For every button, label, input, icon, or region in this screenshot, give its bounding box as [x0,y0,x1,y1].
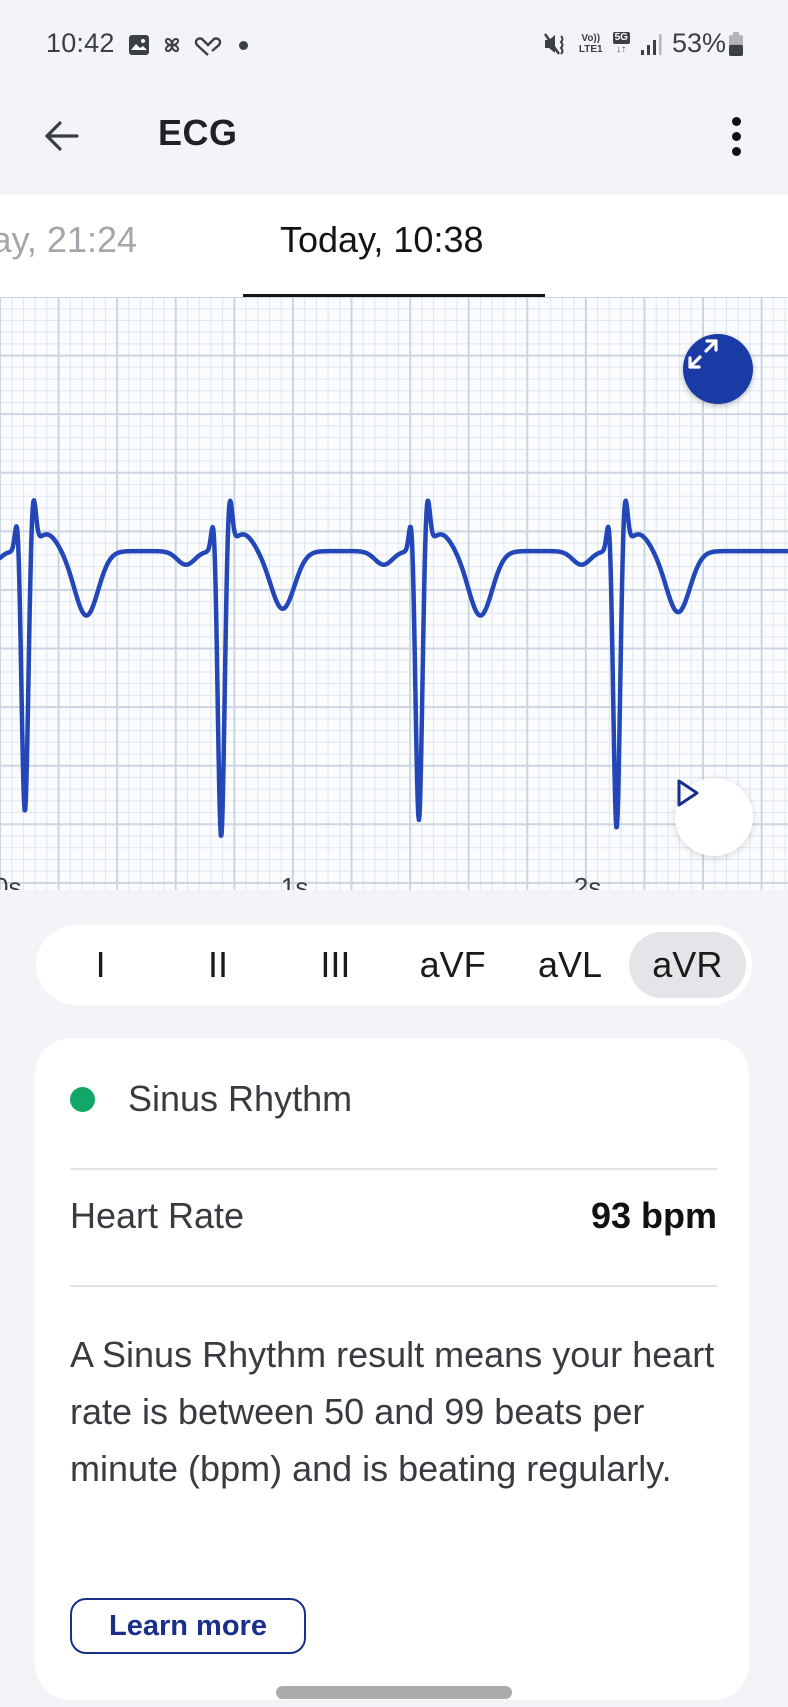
back-button[interactable] [38,112,86,160]
data-arrows: ↓↑ [616,44,627,55]
home-indicator[interactable] [276,1686,512,1699]
lead-option-II[interactable]: II [159,932,276,998]
lead-option-aVF[interactable]: aVF [394,932,511,998]
lead-option-I[interactable]: I [42,932,159,998]
notification-dot-icon [239,41,248,50]
status-right-group: Vo)) LTE1 5G ↓↑ 53% [543,28,744,59]
learn-more-button[interactable]: Learn more [70,1598,306,1654]
play-ecg-button[interactable] [675,778,753,856]
more-vert-icon-dot [731,146,741,156]
battery-icon [729,31,743,56]
signal-bars-icon [640,33,662,55]
expand-chart-button[interactable] [683,334,753,404]
tab-previous-recording[interactable]: Yesterday, 21:24 [0,219,137,261]
lead-option-aVR[interactable]: aVR [628,932,746,998]
expand-diagonal-icon [688,339,718,369]
more-options-button[interactable] [712,108,760,164]
volte-text: Vo)) [581,32,601,44]
status-dot-icon [70,1086,95,1112]
app-bar: ECG [0,90,788,195]
lead-option-III[interactable]: III [277,932,394,998]
5g-data-icon: 5G ↓↑ [612,32,630,55]
x-tick-label: 0s [0,872,21,890]
rhythm-classification: Sinus Rhythm [128,1078,353,1119]
volte-lte1-icon: Vo)) LTE1 [579,33,603,55]
rhythm-row: Sinus Rhythm [70,1078,352,1120]
divider [70,1285,717,1287]
mute-vibrate-icon [543,32,564,55]
ecg-chart: 0s 1s 2s [0,297,788,890]
pinwheel-icon [164,37,180,53]
status-time: 10:42 [46,28,115,58]
lead-option-aVL[interactable]: aVL [511,932,628,998]
battery-percent: 53% [671,28,726,58]
more-vert-icon [731,116,741,126]
heart-rate-label: Heart Rate [70,1195,245,1236]
recording-tabs: Yesterday, 21:24 Today, 10:38 [0,195,788,297]
ecg-trace-line [0,498,788,838]
status-bar: 10:42 Vo)) LTE1 5G ↓↑ 53% [0,0,788,90]
play-icon [677,779,699,807]
x-tick-labels: 0s 1s 2s [0,872,601,890]
more-vert-icon-dot [731,131,741,141]
page-title: ECG [158,112,238,153]
gallery-icon [129,35,149,55]
ecg-chart-svg: 0s 1s 2s [0,297,788,890]
x-tick-label: 1s [281,872,308,890]
x-tick-label: 2s [574,872,601,890]
result-description: A Sinus Rhythm result means your heart r… [70,1334,715,1489]
lte1-text: LTE1 [578,43,603,55]
network-type: 5G [612,32,630,44]
health-heart-icon [194,37,222,56]
tab-current-recording[interactable]: Today, 10:38 [280,219,483,261]
divider [70,1168,717,1170]
result-card: Sinus Rhythm Heart Rate 93 bpm A Sinus R… [35,1038,749,1700]
lead-selector: I II III aVF aVL aVR [36,925,752,1005]
heart-rate-value: 93 bpm [590,1195,717,1236]
arrow-back-icon [45,121,79,151]
